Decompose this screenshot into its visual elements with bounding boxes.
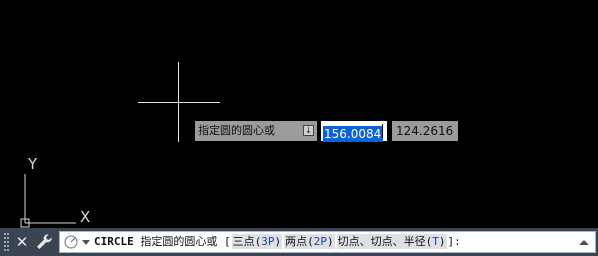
option-label: 三点( <box>232 235 262 248</box>
drawing-canvas[interactable]: 指定圆的圆心或 ↓ 156.0084 124.2616 Y X <box>0 0 598 228</box>
option-tan-tan-radius[interactable]: 切点、切点、半径(T) <box>336 234 447 249</box>
crosshair-cursor-vertical <box>178 62 179 142</box>
dynamic-input-x-value[interactable]: 156.0084 <box>323 126 384 142</box>
text-caret <box>382 124 383 138</box>
crosshair-cursor-horizontal <box>138 102 220 103</box>
dynamic-input-y-value: 124.2616 <box>396 124 454 138</box>
command-prompt-text: CIRCLE 指定圆的圆心或 [三点(3P) 两点(2P) 切点、切点、半径(T)]… <box>94 232 461 252</box>
wrench-icon[interactable] <box>34 232 54 252</box>
command-line-bar: ✕ CIRCLE 指定圆的圆心或 [三点(3P) 两点(2P) 切点、切点、半径(T… <box>0 228 598 256</box>
option-label-end: ) <box>327 235 334 248</box>
dynamic-input-prompt-label: 指定圆的圆心或 <box>198 124 275 137</box>
option-two-point[interactable]: 两点(2P) <box>284 234 335 249</box>
options-down-arrow-icon[interactable]: ↓ <box>303 125 314 136</box>
command-prompt: 指定圆的圆心或 [ <box>133 235 231 248</box>
ucs-icon: Y X <box>20 155 90 228</box>
chevron-up-icon[interactable] <box>577 235 591 249</box>
dynamic-input-x-field[interactable]: 156.0084 <box>321 121 387 142</box>
dynamic-input-y-field[interactable]: 124.2616 <box>392 121 458 141</box>
dynamic-input-prompt: 指定圆的圆心或 ↓ <box>195 121 317 141</box>
ucs-x-label: X <box>80 208 90 226</box>
option-label: 切点、切点、半径( <box>337 235 433 248</box>
option-key: 3P <box>261 235 275 248</box>
command-input[interactable]: CIRCLE 指定圆的圆心或 [三点(3P) 两点(2P) 切点、切点、半径(T)]… <box>59 231 596 253</box>
recent-commands-icon[interactable] <box>63 234 91 250</box>
drag-grip-icon[interactable] <box>4 233 10 251</box>
option-key: 2P <box>313 235 327 248</box>
option-label: 两点( <box>285 235 314 248</box>
close-icon[interactable]: ✕ <box>13 231 31 253</box>
option-key: T <box>432 235 439 248</box>
ucs-y-label: Y <box>27 155 38 173</box>
option-three-point[interactable]: 三点(3P) <box>231 234 283 249</box>
command-suffix: ]: <box>447 235 461 248</box>
option-label-end: ) <box>274 235 282 248</box>
option-label-end: ) <box>438 235 446 248</box>
command-name: CIRCLE <box>94 235 134 248</box>
